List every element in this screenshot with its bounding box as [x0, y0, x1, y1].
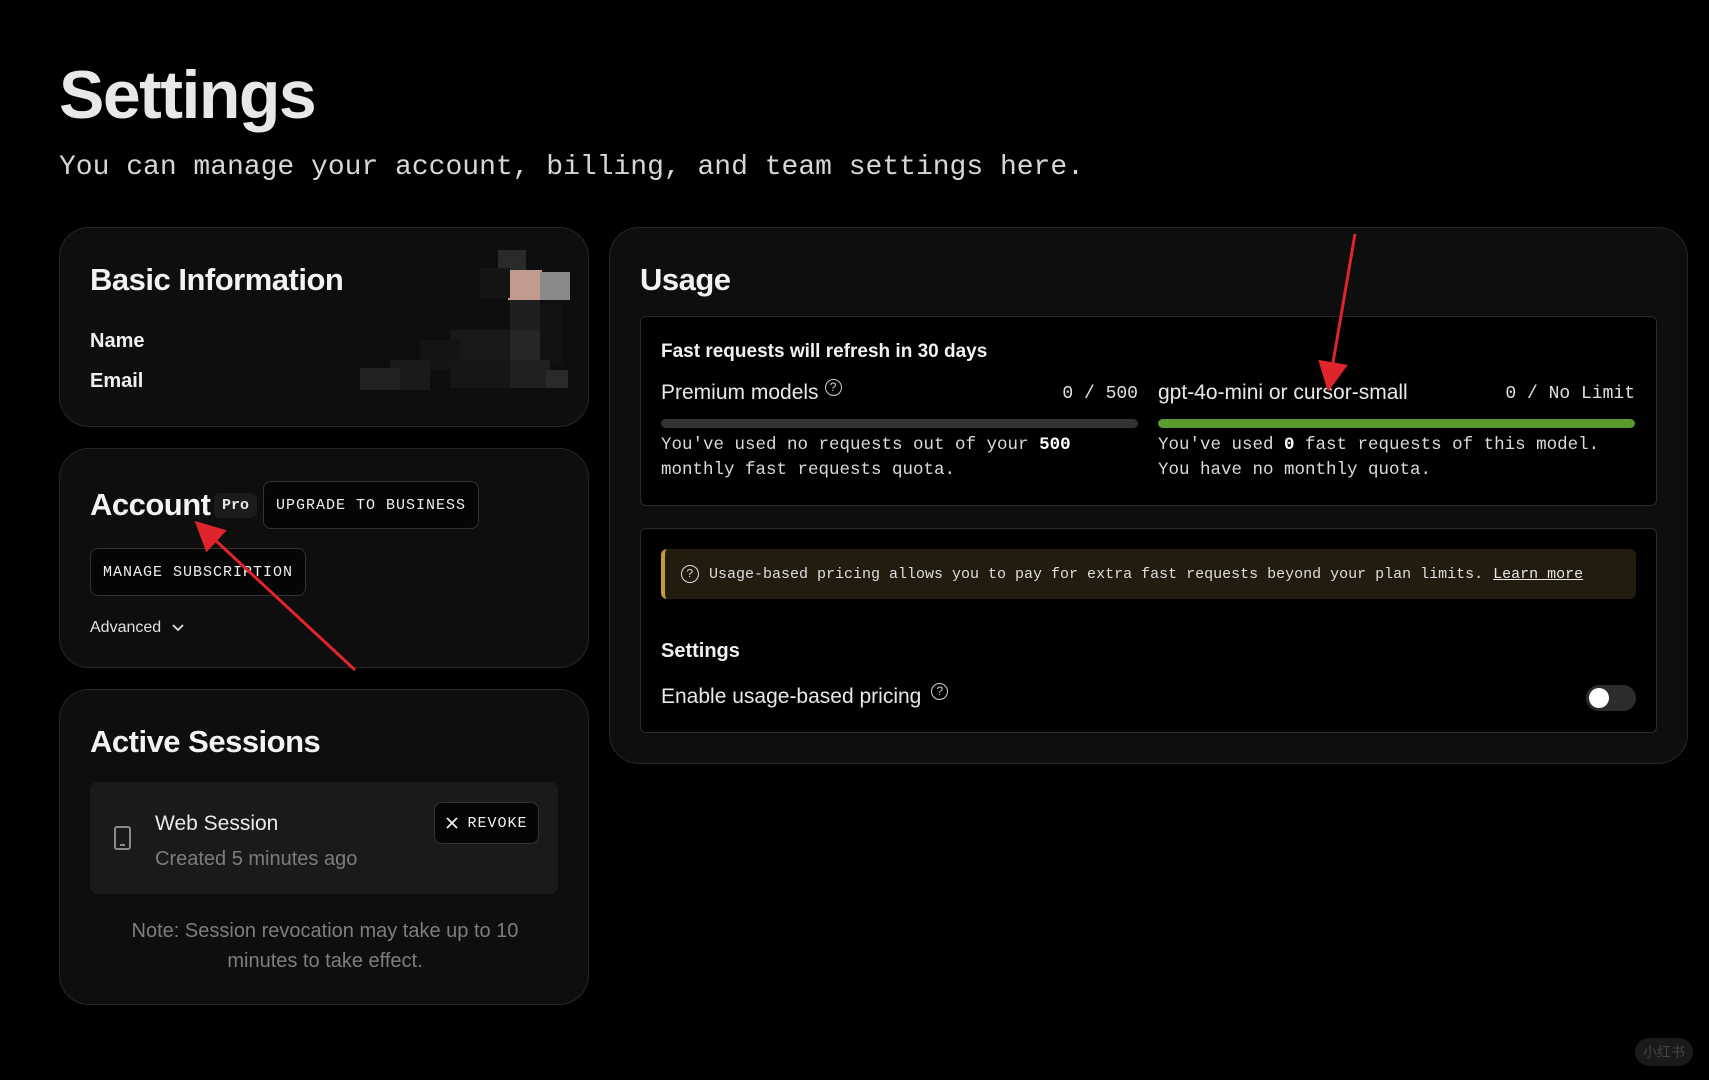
usage-progress-bar [661, 419, 1138, 428]
page-subtitle: You can manage your account, billing, an… [59, 152, 1084, 183]
model-name: gpt-4o-mini or cursor-small [1158, 381, 1408, 404]
banner-text: Usage-based pricing allows you to pay fo… [709, 565, 1484, 583]
learn-more-link[interactable]: Learn more [1493, 566, 1583, 583]
info-icon: ? [681, 565, 699, 583]
revoke-button[interactable]: REVOKE [434, 802, 539, 844]
basic-information-card: Basic Information Name Email [59, 227, 589, 427]
help-icon[interactable]: ? [931, 682, 949, 700]
name-label: Name [90, 330, 145, 352]
watermark-logo: 小红书 [1635, 1038, 1693, 1066]
session-item: Web Session Created 5 minutes ago REVOKE [90, 782, 558, 894]
toggle-label: Enable usage-based pricing [661, 685, 922, 708]
usage-progress-bar [1158, 419, 1635, 428]
fast-requests-panel: Fast requests will refresh in 30 days Pr… [640, 316, 1657, 506]
usage-description: You've used 0 fast requests of this mode… [1158, 435, 1600, 480]
toggle-knob [1589, 688, 1609, 708]
manage-subscription-button[interactable]: MANAGE SUBSCRIPTION [90, 548, 306, 596]
advanced-label: Advanced [90, 619, 162, 636]
device-icon [114, 826, 131, 850]
account-title: Account [90, 487, 211, 522]
page-title: Settings [59, 57, 317, 133]
active-sessions-title: Active Sessions [90, 724, 321, 759]
account-card: Account Pro UPGRADE TO BUSINESS MANAGE S… [59, 448, 589, 668]
usage-title: Usage [640, 262, 731, 297]
session-name: Web Session [155, 812, 279, 835]
usage-pricing-panel: ? Usage-based pricing allows you to pay … [640, 528, 1657, 733]
chevron-down-icon [172, 624, 184, 632]
refresh-text: Fast requests will refresh in 30 days [661, 341, 988, 362]
advanced-toggle[interactable]: Advanced [90, 619, 185, 637]
basic-information-title: Basic Information [90, 262, 344, 297]
usage-card: Usage Fast requests will refresh in 30 d… [609, 227, 1688, 764]
session-created: Created 5 minutes ago [155, 848, 358, 870]
model-name: Premium models [661, 381, 819, 404]
usage-description: You've used no requests out of your 500 … [661, 435, 1071, 480]
premium-models-usage: Premium models ? 0 / 500 You've used no … [661, 378, 1138, 480]
usage-based-pricing-toggle[interactable] [1586, 685, 1636, 711]
revoke-label: REVOKE [467, 814, 528, 832]
redacted-user-info [350, 250, 570, 400]
usage-count: 0 / No Limit [1505, 384, 1635, 404]
settings-label: Settings [661, 640, 740, 662]
progress-fill [1158, 419, 1635, 428]
plan-badge: Pro [214, 493, 258, 518]
active-sessions-card: Active Sessions Web Session Created 5 mi… [59, 689, 589, 1005]
small-models-usage: gpt-4o-mini or cursor-small 0 / No Limit… [1158, 381, 1635, 480]
upgrade-to-business-button[interactable]: UPGRADE TO BUSINESS [263, 481, 479, 529]
email-label: Email [90, 370, 144, 392]
usage-pricing-banner: ? Usage-based pricing allows you to pay … [661, 549, 1636, 599]
usage-count: 0 / 500 [1062, 384, 1138, 404]
close-icon [446, 817, 459, 829]
session-note: Note: Session revocation may take up to … [131, 920, 519, 972]
help-icon[interactable]: ? [824, 378, 842, 396]
